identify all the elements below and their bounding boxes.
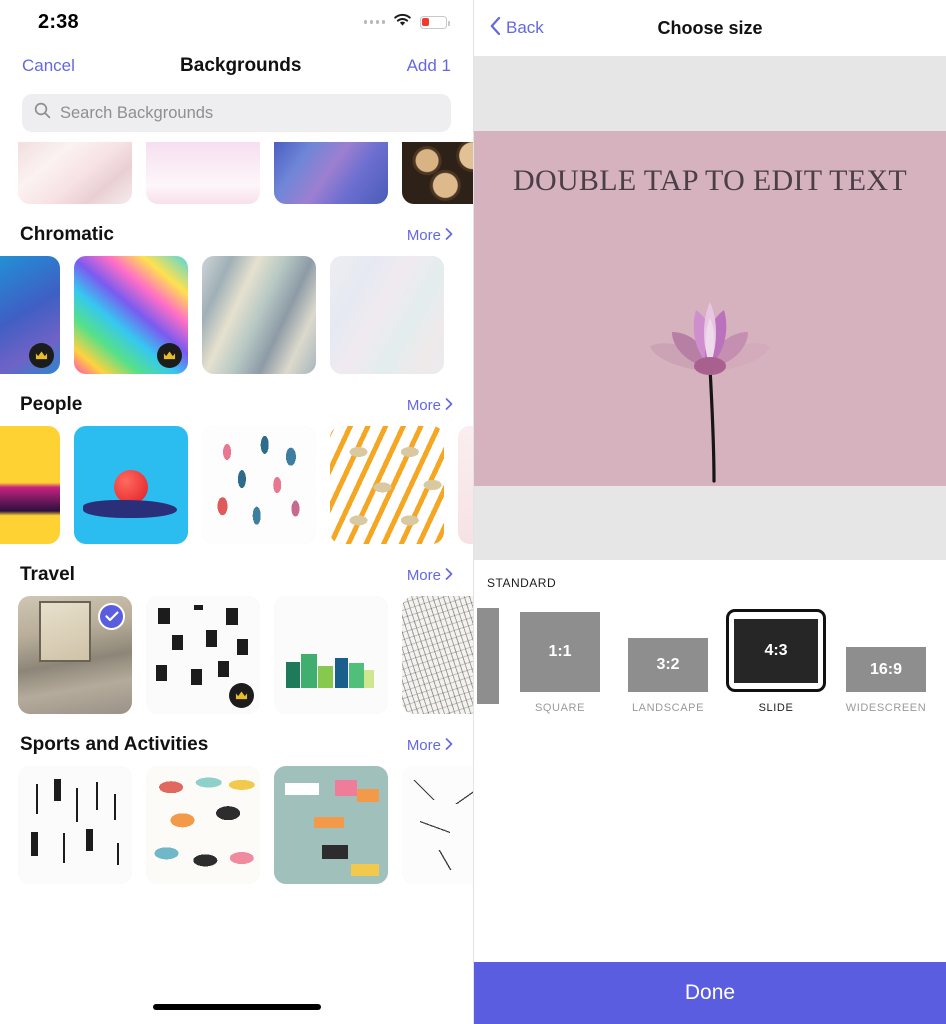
- selected-check-badge: [98, 603, 125, 630]
- chevron-right-icon: [445, 737, 453, 754]
- selected-size-frame: 4:3: [726, 609, 826, 692]
- backgrounds-panel: 2:38 Cancel Backgrounds Add 1 Search Bac…: [0, 0, 473, 1024]
- more-label: More: [406, 567, 441, 584]
- size-options-row[interactable]: 1:1 SQUARE 3:2 LANDSCAPE 4:3 SLIDE 16:9 …: [474, 608, 946, 714]
- page-title: Backgrounds: [180, 55, 302, 76]
- search-container: Search Backgrounds: [0, 88, 473, 142]
- section-header-travel: Travel More: [0, 548, 473, 596]
- size-caption: SLIDE: [758, 702, 794, 714]
- thumbnail-arrows-feathers-pattern[interactable]: [18, 766, 132, 884]
- section-title: Chromatic: [20, 224, 114, 245]
- more-label: More: [406, 227, 441, 244]
- back-label: Back: [506, 18, 544, 37]
- thumbnail-pink-watercolor-wash[interactable]: [146, 142, 260, 204]
- premium-crown-badge: [157, 343, 182, 368]
- back-button[interactable]: Back: [490, 16, 544, 40]
- size-option-partial[interactable]: [474, 608, 506, 714]
- thumbnail-blue-gradient-chrome[interactable]: [0, 256, 60, 374]
- thumbnail-yoga-poses-illustration[interactable]: [146, 766, 260, 884]
- search-icon: [34, 102, 51, 124]
- thumbnail-yellow-magenta-hand[interactable]: [0, 426, 60, 544]
- thumbnail-green-city-illustration[interactable]: [274, 596, 388, 714]
- size-picker: STANDARD 1:1 SQUARE 3:2 LANDSCAPE 4:3 SL…: [474, 560, 946, 890]
- thumbnail-pale-holographic-swirl[interactable]: [330, 256, 444, 374]
- lotus-flower-image: [650, 301, 770, 483]
- size-option-landscape[interactable]: 3:2 LANDSCAPE: [614, 638, 722, 714]
- slide-preview[interactable]: DOUBLE TAP TO EDIT TEXT: [474, 130, 946, 486]
- thumbnail-rainbow-holographic-foil[interactable]: [74, 256, 188, 374]
- thumbnail-pink-marble-texture[interactable]: [18, 142, 132, 204]
- choose-size-panel: Back Choose size DOUBLE TAP TO EDIT TEXT: [473, 0, 946, 1024]
- thumbnail-yoga-breathing-teal-poster[interactable]: [274, 766, 388, 884]
- slide-canvas-area: DOUBLE TAP TO EDIT TEXT: [474, 56, 946, 560]
- choose-size-title: Choose size: [657, 17, 763, 38]
- chevron-right-icon: [445, 567, 453, 584]
- home-indicator: [152, 1004, 321, 1010]
- thumbnail-stacked-logs-photo[interactable]: [402, 142, 473, 204]
- choose-size-navbar: Back Choose size: [474, 0, 946, 56]
- signal-dots-icon: [363, 20, 385, 24]
- thumb-row-people: [0, 426, 473, 544]
- status-icons: [363, 13, 450, 32]
- premium-crown-badge: [29, 343, 54, 368]
- battery-low-icon: [420, 15, 450, 29]
- size-option-square[interactable]: 1:1 SQUARE: [506, 612, 614, 714]
- thumbnail-silver-iridescent-foil[interactable]: [202, 256, 316, 374]
- backgrounds-navbar: Cancel Backgrounds Add 1: [0, 44, 473, 88]
- section-header-sports: Sports and Activities More: [0, 718, 473, 766]
- thumb-row-partial: [0, 142, 473, 204]
- search-input[interactable]: Search Backgrounds: [22, 94, 451, 132]
- size-group-label: STANDARD: [487, 576, 557, 590]
- thumbnail-pale-pink-edge[interactable]: [458, 426, 473, 544]
- premium-crown-badge: [229, 683, 254, 708]
- cancel-button[interactable]: Cancel: [22, 56, 75, 76]
- section-header-chromatic: Chromatic More: [0, 208, 473, 256]
- search-placeholder: Search Backgrounds: [60, 103, 214, 122]
- size-caption: LANDSCAPE: [631, 702, 705, 714]
- chevron-right-icon: [445, 397, 453, 414]
- thumbnail-blue-hand-red-ball[interactable]: [74, 426, 188, 544]
- size-option-slide[interactable]: 4:3 SLIDE: [722, 609, 830, 714]
- size-option-widescreen[interactable]: 16:9 WIDESCREEN: [830, 647, 942, 714]
- thumbnail-bedroom-window-photo[interactable]: [18, 596, 132, 714]
- thumbnail-scattered-arrows-pattern[interactable]: [402, 766, 473, 884]
- thumbnail-vintage-map-engraving[interactable]: [402, 596, 473, 714]
- section-title: People: [20, 394, 83, 415]
- done-button[interactable]: Done: [474, 962, 946, 1024]
- more-label: More: [406, 397, 441, 414]
- size-swatch: 1:1: [520, 612, 600, 692]
- thumbnail-eye-lightning-pattern[interactable]: [330, 426, 444, 544]
- size-swatch: 4:3: [734, 619, 818, 683]
- thumb-row-travel: [0, 596, 473, 714]
- status-bar: 2:38: [0, 0, 473, 44]
- size-swatch: [477, 608, 499, 704]
- thumb-row-sports: [0, 766, 473, 884]
- slide-text[interactable]: DOUBLE TAP TO EDIT TEXT: [474, 164, 946, 197]
- section-title: Travel: [20, 564, 75, 585]
- more-link-chromatic[interactable]: More: [407, 227, 453, 244]
- section-title: Sports and Activities: [20, 734, 209, 755]
- size-caption: SQUARE: [534, 702, 586, 714]
- size-caption: WIDESCREEN: [845, 702, 927, 714]
- size-swatch: 16:9: [846, 647, 926, 692]
- chevron-left-icon: [490, 16, 501, 40]
- more-link-sports[interactable]: More: [407, 737, 453, 754]
- more-label: More: [406, 737, 441, 754]
- add-button[interactable]: Add 1: [407, 56, 451, 76]
- wifi-icon: [393, 13, 412, 32]
- thumbnail-black-houses-pattern[interactable]: [146, 596, 260, 714]
- more-link-people[interactable]: More: [407, 397, 453, 414]
- done-label: Done: [684, 981, 736, 1004]
- status-time: 2:38: [38, 10, 79, 33]
- more-link-travel[interactable]: More: [407, 567, 453, 584]
- thumbnail-illustrated-people-pattern[interactable]: [202, 426, 316, 544]
- thumbnail-blue-purple-marble[interactable]: [274, 142, 388, 204]
- size-swatch: 3:2: [628, 638, 708, 692]
- section-header-people: People More: [0, 378, 473, 426]
- thumb-row-chromatic: [0, 256, 473, 374]
- app-root: 2:38 Cancel Backgrounds Add 1 Search Bac…: [0, 0, 946, 1024]
- backgrounds-scroll-area[interactable]: Chromatic More People More Travel More S…: [0, 142, 473, 1024]
- chevron-right-icon: [445, 227, 453, 244]
